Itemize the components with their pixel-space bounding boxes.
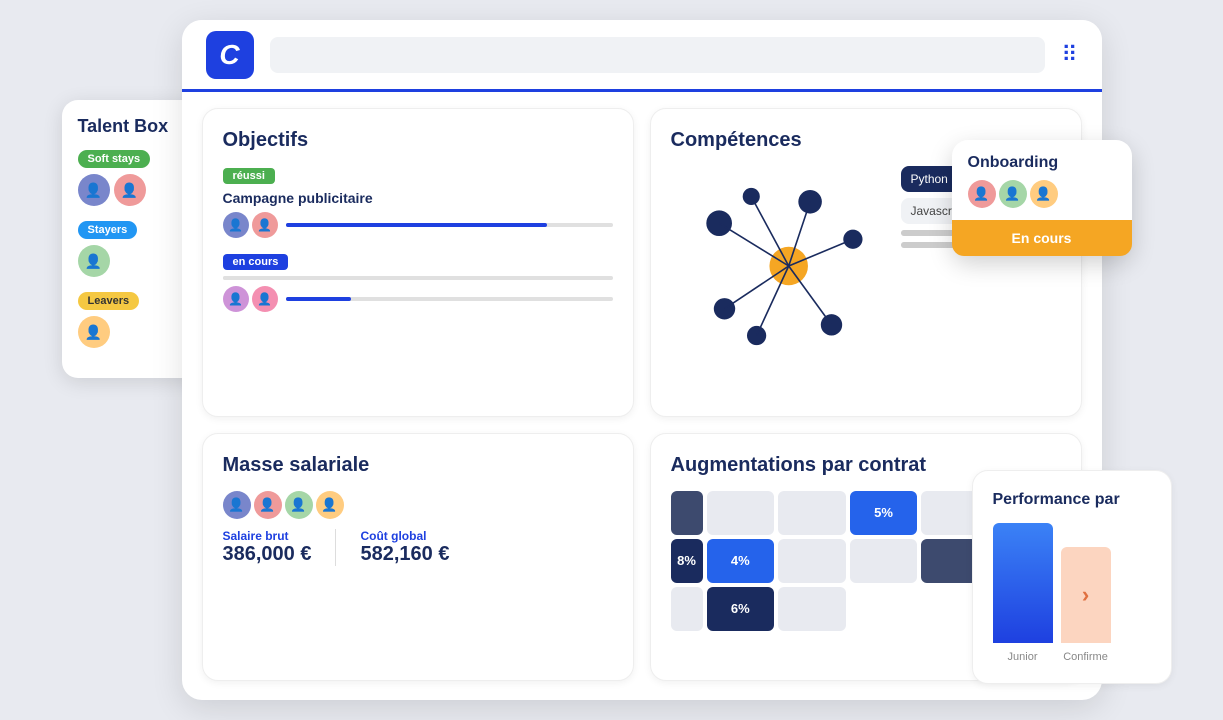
objectif-item-encours: en cours 👤 👤 [223, 252, 613, 312]
masse-title: Masse salariale [223, 454, 613, 477]
objectif-row-3: 👤 👤 [223, 286, 613, 312]
objectifs-title: Objectifs [223, 129, 613, 152]
avatar: 👤 [223, 491, 251, 519]
aug-cell-empty [707, 491, 775, 535]
progress-container-3 [286, 297, 613, 301]
avatar: 👤 [999, 180, 1027, 208]
onboarding-card: Onboarding 👤 👤 👤 En cours [952, 140, 1132, 256]
salaire-value: 386,000 € [223, 543, 312, 566]
salaire-label: Salaire brut [223, 529, 312, 543]
perf-bar-junior [993, 523, 1053, 643]
avatar: 👤 [78, 316, 110, 348]
objectif-name: Campagne publicitaire [223, 190, 613, 206]
onboarding-title: Onboarding [968, 154, 1116, 172]
cout-global-col: Coût global 582,160 € [360, 529, 449, 566]
progress-container-2 [223, 276, 613, 280]
app-logo: C [206, 31, 254, 79]
aug-cell-empty [778, 491, 846, 535]
aug-cell-empty [778, 539, 846, 583]
aug-cell-6pct: 6% [707, 587, 775, 631]
aug-cell-4pct: 4% [707, 539, 775, 583]
aug-cell-empty [778, 587, 846, 631]
aug-row-label [671, 491, 703, 535]
aug-cell-8pct: 8% [671, 539, 703, 583]
scene: Talent Box Soft stays 👤 👤 Stayers 👤 Leav… [62, 20, 1162, 700]
main-dashboard-card: C ⠿ Objectifs réussi Campagne publicitai… [182, 20, 1102, 700]
stayers-badge: Stayers [78, 221, 138, 239]
avatar: 👤 [252, 286, 278, 312]
cout-value: 582,160 € [360, 543, 449, 566]
performance-bars: › [993, 523, 1151, 643]
avatar: 👤 [252, 212, 278, 238]
progress-bar [286, 223, 548, 227]
salaire-brut-col: Salaire brut 386,000 € [223, 529, 312, 566]
progress-bar-2 [223, 276, 379, 280]
en-cours-button[interactable]: En cours [952, 220, 1132, 256]
objectif-avatars-2: 👤 👤 [223, 286, 278, 312]
avatar: 👤 [223, 212, 249, 238]
progress-container [286, 223, 613, 227]
avatar: 👤 [968, 180, 996, 208]
reussi-badge: réussi [223, 168, 275, 184]
perf-label-confirme: Confirme [1061, 651, 1111, 663]
avatar: 👤 [1030, 180, 1058, 208]
masse-amounts: Salaire brut 386,000 € Coût global 582,1… [223, 529, 613, 566]
objectifs-card: Objectifs réussi Campagne publicitaire 👤… [202, 108, 634, 417]
masse-salariale-card: Masse salariale 👤 👤 👤 👤 Salaire brut 386… [202, 433, 634, 682]
objectif-item-campagne: réussi Campagne publicitaire 👤 👤 [223, 166, 613, 238]
avatar: 👤 [78, 245, 110, 277]
performance-card: Performance par › Junior Confirme [972, 470, 1172, 684]
progress-bar-3 [286, 297, 351, 301]
objectif-row-2 [223, 276, 613, 280]
grid-menu-icon[interactable]: ⠿ [1061, 42, 1077, 68]
avatar: 👤 [285, 491, 313, 519]
objectif-row: 👤 👤 [223, 212, 613, 238]
avatar: 👤 [78, 174, 110, 206]
performance-labels: Junior Confirme [993, 651, 1151, 663]
masse-divider [335, 529, 336, 566]
avatar: 👤 [114, 174, 146, 206]
network-svg [671, 166, 885, 366]
search-bar[interactable] [270, 37, 1046, 73]
avatar: 👤 [254, 491, 282, 519]
app-header: C ⠿ [182, 20, 1102, 92]
aug-cell-5pct: 5% [850, 491, 918, 535]
onboarding-avatars: 👤 👤 👤 [968, 180, 1116, 208]
performance-title: Performance par [993, 491, 1151, 509]
perf-label-junior: Junior [993, 651, 1053, 663]
perf-bar-confirme: › [1061, 547, 1111, 643]
avatar: 👤 [223, 286, 249, 312]
aug-cell-empty [850, 539, 918, 583]
aug-cell-empty [671, 587, 703, 631]
encours-badge: en cours [223, 254, 289, 270]
leavers-badge: Leavers [78, 292, 140, 310]
objectif-avatars: 👤 👤 [223, 212, 278, 238]
masse-avatars: 👤 👤 👤 👤 [223, 491, 613, 519]
avatar: 👤 [316, 491, 344, 519]
cout-label: Coût global [360, 529, 449, 543]
skill-name: Python [911, 172, 948, 186]
soft-stays-badge: Soft stays [78, 150, 151, 168]
competences-graph [671, 166, 885, 366]
